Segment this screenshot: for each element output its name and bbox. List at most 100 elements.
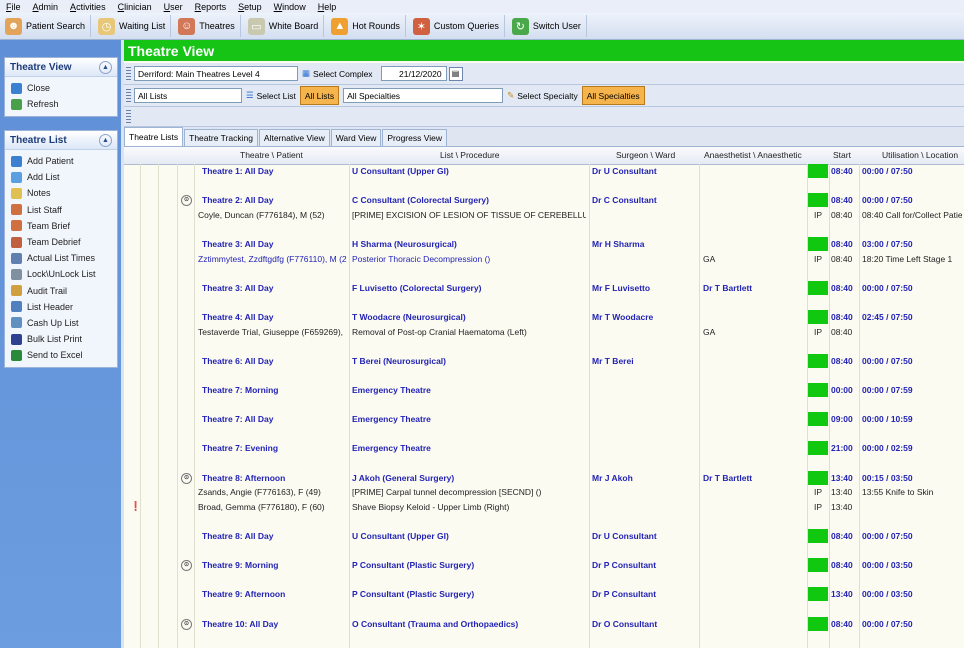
theatre-view-group-header[interactable]: Theatre View ▲: [5, 58, 117, 77]
complex-field[interactable]: Derriford: Main Theatres Level 4: [134, 66, 298, 81]
sidebar-item-actual-list-times[interactable]: Actual List Times: [5, 250, 117, 266]
cell-start: 08:40: [831, 326, 853, 337]
sidebar-item-add-list[interactable]: Add List: [5, 169, 117, 185]
switch-user-button[interactable]: ↻ Switch User: [507, 15, 587, 37]
select-list-button[interactable]: ☰ Select List: [242, 87, 300, 104]
cell-anaes: Dr T Bartlett: [703, 282, 753, 293]
cell-theatre: Theatre 7: Evening: [202, 443, 279, 454]
theatre-row[interactable]: Theatre 3: All Day F Luvisetto (Colorecta…: [124, 280, 964, 296]
sidebar-item-refresh[interactable]: Refresh: [5, 96, 117, 112]
calendar-icon[interactable]: ▤: [448, 66, 463, 81]
audit-icon: [11, 285, 22, 297]
tab-progress-view[interactable]: Progress View: [382, 129, 447, 146]
theatre-row[interactable]: Theatre 4: All Day T Woodacre (Neurosurgi…: [124, 310, 964, 325]
patient-row[interactable]: ❗ Broad, Gemma (F776180), F (60) Shave Bio…: [124, 500, 964, 515]
sidebar-item-label: Refresh: [27, 99, 59, 110]
sidebar-item-cash-up-list[interactable]: Cash Up List: [5, 315, 117, 331]
sidebar-item-add-patient[interactable]: Add Patient: [5, 153, 117, 169]
sidebar-item-send-to-excel[interactable]: Send to Excel: [5, 347, 117, 363]
cell-list: T Woodacre (Neurosurgical): [352, 312, 466, 322]
cell-util: 03:00 / 07:50: [862, 239, 913, 249]
menu-user[interactable]: User: [158, 2, 189, 12]
column-theatre-patient[interactable]: Theatre \ Patient: [240, 150, 303, 160]
patient-row[interactable]: Coyle, Duncan (F776184), M (52) [PRIME] E…: [124, 208, 964, 223]
list-header-icon: [11, 301, 22, 313]
patient-row[interactable]: Testaverde Trial, Giuseppe (F659269), Rem…: [124, 325, 964, 340]
theatre-row[interactable]: ⊙ Theatre 2: All Day C Consultant (Colorec…: [124, 193, 964, 208]
tab-theatre-tracking[interactable]: Theatre Tracking: [184, 129, 258, 146]
theatre-row[interactable]: Theatre 1: All Day U Consultant (Upper GI…: [124, 164, 964, 179]
cell-util: 00:00 / 07:50: [862, 166, 913, 176]
expand-circle-icon[interactable]: ⊙: [181, 195, 192, 207]
sidebar-item-bulk-list-print[interactable]: Bulk List Print: [5, 331, 117, 347]
menu-clinician[interactable]: Clinician: [112, 2, 158, 12]
menu-reports[interactable]: Reports: [189, 2, 233, 12]
sidebar-item-lock-unlock-list[interactable]: Lock\UnLock List: [5, 266, 117, 282]
sidebar-item-team-debrief[interactable]: Team Debrief: [5, 234, 117, 250]
menu-help[interactable]: Help: [312, 2, 343, 12]
sidebar-item-label: Cash Up List: [27, 317, 79, 328]
select-complex-button[interactable]: ▦ Select Complex: [298, 65, 377, 82]
patient-search-button[interactable]: ☻ Patient Search: [0, 15, 92, 37]
sidebar-item-list-header[interactable]: List Header: [5, 299, 117, 315]
sidebar-item-close[interactable]: Close: [5, 80, 117, 96]
hot-rounds-button[interactable]: ▲ Hot Rounds: [326, 15, 406, 37]
expand-circle-icon[interactable]: ⊙: [181, 560, 192, 572]
tab-alternative-view[interactable]: Alternative View: [258, 129, 330, 146]
white-board-button[interactable]: ▭ White Board: [243, 15, 325, 37]
column-start[interactable]: Start: [833, 150, 851, 160]
patient-row[interactable]: Zztimmytest, Zzdftgdfg (F776110), M (2 Po…: [124, 252, 964, 267]
all-specialties-toggle[interactable]: All Specialties: [581, 86, 645, 105]
sidebar-item-audit-trail[interactable]: Audit Trail: [5, 283, 117, 299]
expand-circle-icon[interactable]: ⊙: [181, 618, 192, 630]
theatre-row[interactable]: Theatre 7: Morning Emergency Theatre 00:00…: [124, 383, 964, 398]
cell-theatre: Theatre 3: All Day: [202, 239, 274, 249]
theatre-row[interactable]: Theatre 7: All Day Emergency Theatre 09:00…: [124, 412, 964, 427]
waiting-list-button[interactable]: ◷ Waiting List: [93, 15, 172, 37]
cell-list: Emergency Theatre: [352, 414, 431, 425]
menu-admin[interactable]: Admin: [27, 2, 65, 12]
column-surgeon-ward[interactable]: Surgeon \ Ward: [616, 150, 675, 160]
tab-ward-view[interactable]: Ward View: [330, 129, 382, 146]
expand-circle-icon[interactable]: ⊙: [181, 472, 192, 484]
sidebar-item-notes[interactable]: Notes: [5, 185, 117, 201]
menu-window[interactable]: Window: [268, 2, 312, 12]
cell-list: Emergency Theatre: [352, 443, 431, 454]
select-specialty-button[interactable]: ✎ Select Specialty: [503, 87, 582, 104]
all-lists-toggle[interactable]: All Lists: [299, 86, 340, 105]
tab-theatre-lists[interactable]: Theatre Lists: [124, 127, 184, 146]
theatre-row[interactable]: Theatre 3: All Day H Sharma (Neurosurgica…: [124, 237, 964, 252]
theatre-row[interactable]: Theatre 8: All Day U Consultant (Upper GI…: [124, 529, 964, 544]
menu-file[interactable]: File: [0, 2, 27, 12]
collapse-chevron-icon[interactable]: ▲: [99, 60, 112, 74]
specialty-field[interactable]: All Specialties: [343, 88, 504, 103]
menu-setup[interactable]: Setup: [232, 2, 268, 12]
patient-row[interactable]: Zsands, Angie (F776163), F (49) [PRIME] C…: [124, 485, 964, 500]
column-utilisation-location[interactable]: Utilisation \ Location: [882, 150, 958, 160]
column-list-procedure[interactable]: List \ Procedure: [440, 150, 500, 160]
toolbar-grip[interactable]: [126, 88, 131, 103]
toolbar-grip[interactable]: [126, 109, 131, 124]
status-bar: [808, 558, 828, 573]
theatre-row[interactable]: ⊙ Theatre 8: Afternoon J Akoh (General Sur…: [124, 470, 964, 486]
toolbar-grip[interactable]: [126, 66, 131, 81]
menu-activities[interactable]: Activities: [64, 2, 112, 12]
theatre-list-grid: Theatre 1: All Day U Consultant (Upper GI…: [124, 164, 964, 648]
date-field[interactable]: 21/12/2020: [380, 66, 447, 81]
theatre-row[interactable]: ⊙ Theatre 9: Morning P Consultant (Plastic…: [124, 558, 964, 573]
cell-list: F Luvisetto (Colorectal Surgery): [352, 282, 482, 293]
theatres-button[interactable]: ☺ Theatres: [173, 15, 241, 37]
collapse-chevron-icon[interactable]: ▲: [99, 133, 112, 147]
custom-queries-button[interactable]: ✶ Custom Queries: [408, 15, 505, 37]
column-anaesthetist[interactable]: Anaesthetist \ Anaesthetic: [704, 150, 802, 160]
cell-surgeon: Dr U Consultant: [592, 166, 657, 176]
theatre-row[interactable]: Theatre 6: All Day T Berei (Neurosurgical…: [124, 353, 964, 369]
status-bar: [808, 353, 828, 368]
theatre-row[interactable]: Theatre 7: Evening Emergency Theatre 21:00…: [124, 441, 964, 456]
list-field[interactable]: All Lists: [134, 88, 242, 103]
theatre-row[interactable]: ⊙ Theatre 10: All Day O Consultant (Trauma…: [124, 616, 964, 632]
sidebar-item-team-brief[interactable]: Team Brief: [5, 218, 117, 234]
theatre-row[interactable]: Theatre 9: Afternoon P Consultant (Plasti…: [124, 587, 964, 602]
sidebar-item-list-staff[interactable]: List Staff: [5, 202, 117, 218]
theatre-list-group-header[interactable]: Theatre List ▲: [5, 131, 117, 150]
